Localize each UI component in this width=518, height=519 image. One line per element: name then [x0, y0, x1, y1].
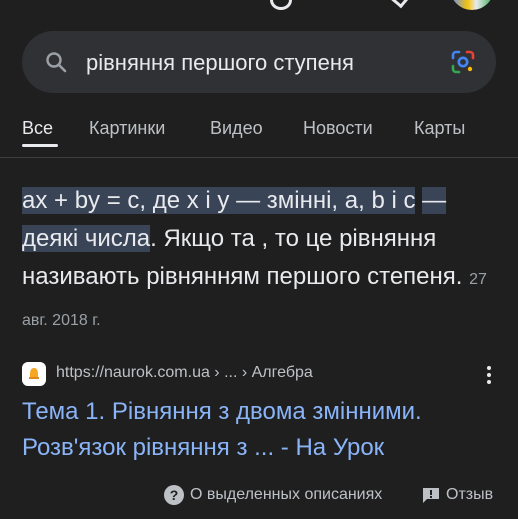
google-lens-icon[interactable]	[450, 49, 476, 75]
featured-snippet: ax + by = c, де x і y — змінні, a, b і c…	[22, 182, 496, 340]
result-title-link[interactable]: Тема 1. Рівняння з двома змінними. Розв'…	[22, 394, 502, 466]
search-tabs: Все Картинки Видео Новости Карты	[0, 114, 518, 154]
snippet-footer: ? О выделенных описаниях Отзыв	[0, 480, 518, 510]
active-tab-indicator	[22, 144, 58, 147]
about-snippets-link[interactable]: О выделенных описаниях	[190, 486, 382, 504]
search-input[interactable]: рівняння першого ступеня	[86, 50, 354, 76]
google-logo-fragment-2	[389, 0, 410, 9]
snippet-highlight-1: ax + by = c, де x і y — змінні, a, b і c	[22, 187, 416, 214]
tab-news[interactable]: Новости	[303, 118, 373, 139]
tab-all[interactable]: Все	[22, 118, 53, 139]
tab-maps[interactable]: Карты	[414, 118, 465, 139]
result-domain: https://naurok.com.ua	[56, 364, 210, 381]
bell-icon	[29, 368, 39, 379]
feedback-link[interactable]: Отзыв	[446, 486, 493, 504]
result-source[interactable]: https://naurok.com.ua › ... › Алгебра	[22, 360, 496, 388]
search-icon	[46, 52, 67, 73]
avatar[interactable]	[450, 0, 494, 10]
google-logo-fragment	[270, 0, 292, 10]
site-favicon	[22, 362, 46, 386]
tab-images[interactable]: Картинки	[89, 118, 165, 139]
help-icon[interactable]: ?	[164, 485, 184, 505]
search-bar[interactable]: рівняння першого ступеня	[22, 31, 496, 93]
top-header-fragment	[0, 0, 518, 14]
tab-videos[interactable]: Видео	[210, 118, 263, 139]
more-options-icon[interactable]	[486, 366, 492, 384]
feedback-icon[interactable]	[422, 487, 440, 503]
result-breadcrumb: › ... › Алгебра	[209, 364, 313, 381]
tabs-divider	[0, 157, 518, 158]
result-url[interactable]: https://naurok.com.ua › ... › Алгебра	[56, 364, 313, 382]
